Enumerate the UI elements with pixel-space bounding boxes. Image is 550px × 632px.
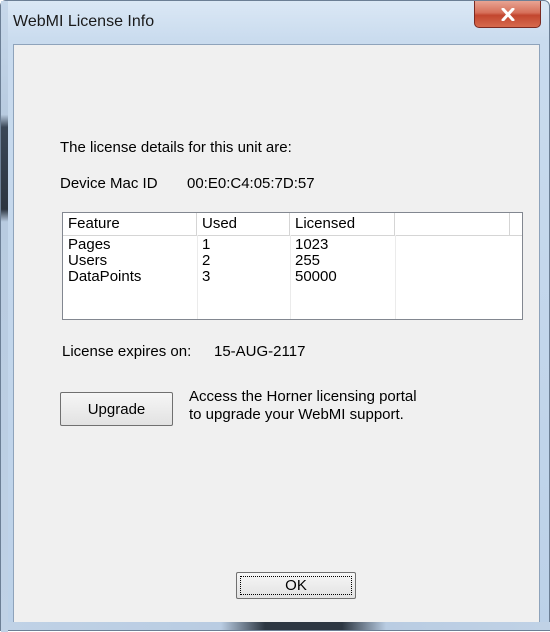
- license-table: Feature Used Licensed Pages 1 1023 Users…: [62, 212, 523, 320]
- dialog-client-area: The license details for this unit are: D…: [13, 44, 540, 624]
- window-title: WebMI License Info: [13, 13, 155, 30]
- license-info-window: WebMI License Info The license details f…: [0, 0, 550, 632]
- cell-feature: Users: [68, 252, 108, 269]
- cell-used: 3: [202, 268, 211, 285]
- cell-licensed: 255: [295, 252, 321, 269]
- cell-used: 1: [202, 236, 211, 253]
- portal-description-line2: to upgrade your WebMI support.: [189, 406, 404, 423]
- upgrade-button-label: Upgrade: [87, 400, 146, 418]
- column-header-licensed[interactable]: Licensed: [290, 213, 395, 235]
- cell-feature: DataPoints: [68, 268, 142, 285]
- cell-licensed: 1023: [295, 236, 329, 253]
- close-icon: [501, 7, 515, 21]
- title-bar[interactable]: WebMI License Info: [1, 1, 549, 44]
- window-bottom-edge: [1, 622, 550, 630]
- license-expires-value: 15-AUG-2117: [214, 343, 306, 360]
- portal-description-line1: Access the Horner licensing portal: [189, 388, 417, 405]
- column-divider: [395, 235, 396, 319]
- close-button[interactable]: [474, 1, 541, 28]
- focus-rectangle: [240, 576, 352, 595]
- column-header-feature[interactable]: Feature: [63, 213, 197, 235]
- device-mac-value: 00:E0:C4:05:7D:57: [187, 175, 315, 192]
- column-header-blank[interactable]: [395, 213, 510, 235]
- cell-licensed: 50000: [295, 268, 337, 285]
- window-left-edge: [1, 1, 8, 632]
- table-header: Feature Used Licensed: [63, 213, 522, 236]
- cell-feature: Pages: [68, 236, 111, 253]
- upgrade-button[interactable]: Upgrade: [60, 392, 173, 426]
- license-expires-label: License expires on:: [62, 343, 192, 360]
- ok-button[interactable]: OK: [236, 572, 356, 599]
- intro-text: The license details for this unit are:: [60, 139, 292, 156]
- cell-used: 2: [202, 252, 211, 269]
- device-mac-label: Device Mac ID: [60, 175, 158, 192]
- column-header-used[interactable]: Used: [197, 213, 290, 235]
